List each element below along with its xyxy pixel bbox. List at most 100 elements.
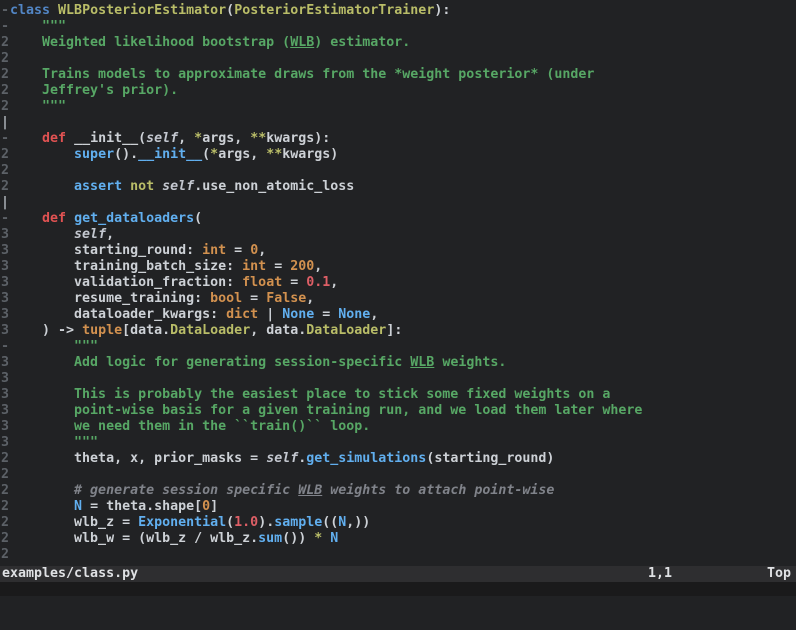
code-token: = (266, 259, 290, 274)
code-token: float (242, 275, 282, 290)
status-scroll-indicator: Top (767, 566, 791, 582)
code-token: = (314, 307, 338, 322)
code-token: ( (226, 515, 234, 530)
code-line[interactable]: 2 N = theta.shape[0] (0, 499, 796, 515)
code-line[interactable]: - def get_dataloaders( (0, 211, 796, 227)
fold-level-marker[interactable]: 2 (0, 467, 10, 483)
fold-level-marker[interactable]: 2 (0, 83, 10, 99)
fold-level-marker[interactable]: 3 (0, 403, 10, 419)
fold-level-marker[interactable]: 3 (0, 387, 10, 403)
fold-level-marker[interactable]: 2 (0, 515, 10, 531)
code-line[interactable]: 2 wlb_z = Exponential(1.0).sample((N,)) (0, 515, 796, 531)
code-token: validation_fraction: (10, 275, 242, 290)
code-token: Weighted likelihood bootstrap ( (10, 35, 290, 50)
code-line[interactable]: - """ (0, 339, 796, 355)
code-line[interactable]: 3 starting_round: int = 0, (0, 243, 796, 259)
fold-level-marker[interactable]: 2 (0, 35, 10, 51)
code-token (10, 147, 74, 162)
fold-level-marker[interactable]: 3 (0, 243, 10, 259)
code-line[interactable]: 3 """ (0, 435, 796, 451)
fold-open-marker[interactable]: - (0, 131, 10, 147)
code-line[interactable]: 3 training_batch_size: int = 200, (0, 259, 796, 275)
command-line[interactable] (0, 582, 796, 596)
code-token: 0 (202, 499, 210, 514)
fold-bar-marker[interactable]: | (0, 115, 10, 131)
fold-level-marker[interactable]: 3 (0, 435, 10, 451)
code-line[interactable]: 2 (0, 547, 796, 563)
code-token: = (226, 243, 250, 258)
code-line[interactable]: -class WLBPosteriorEstimator(PosteriorEs… (0, 3, 796, 19)
code-line[interactable]: 3 This is probably the easiest place to … (0, 387, 796, 403)
fold-open-marker[interactable]: - (0, 19, 10, 35)
fold-level-marker[interactable]: 3 (0, 419, 10, 435)
code-line[interactable]: 3 self, (0, 227, 796, 243)
fold-level-marker[interactable]: 3 (0, 371, 10, 387)
fold-level-marker[interactable]: 3 (0, 259, 10, 275)
fold-level-marker[interactable]: 2 (0, 99, 10, 115)
code-line[interactable]: | (0, 115, 796, 131)
fold-level-marker[interactable]: 2 (0, 451, 10, 467)
fold-level-marker[interactable]: 2 (0, 179, 10, 195)
code-line[interactable]: | (0, 195, 796, 211)
code-line[interactable]: 3 validation_fraction: float = 0.1, (0, 275, 796, 291)
fold-level-marker[interactable]: 3 (0, 227, 10, 243)
fold-open-marker[interactable]: - (0, 339, 10, 355)
fold-open-marker[interactable]: - (0, 211, 10, 227)
code-token: dict (226, 307, 258, 322)
code-token: """ (10, 19, 66, 34)
code-line[interactable]: 3 Add logic for generating session-speci… (0, 355, 796, 371)
code-token: False (266, 291, 306, 306)
code-line[interactable]: - """ (0, 19, 796, 35)
code-token: ) -> (10, 323, 82, 338)
code-line[interactable]: 3 we need them in the ``train()`` loop. (0, 419, 796, 435)
code-line[interactable]: 3 point-wise basis for a given training … (0, 403, 796, 419)
code-editor[interactable]: -class WLBPosteriorEstimator(PosteriorEs… (0, 0, 796, 566)
fold-level-marker[interactable]: 3 (0, 291, 10, 307)
code-line[interactable]: 3 resume_training: bool = False, (0, 291, 796, 307)
fold-level-marker[interactable]: 2 (0, 67, 10, 83)
code-token: DataLoader (170, 323, 250, 338)
code-line[interactable]: 2 (0, 163, 796, 179)
fold-level-marker[interactable]: 2 (0, 547, 10, 563)
fold-level-marker[interactable]: 2 (0, 531, 10, 547)
code-token: , (330, 275, 338, 290)
code-line[interactable]: 2 Trains models to approximate draws fro… (0, 67, 796, 83)
fold-level-marker[interactable]: 2 (0, 483, 10, 499)
code-token: wlb_w = (wlb_z / wlb_z. (10, 531, 258, 546)
code-token: [data. (122, 323, 170, 338)
code-token: | (258, 307, 282, 322)
code-line[interactable]: 2 """ (0, 99, 796, 115)
code-token: assert (74, 179, 122, 194)
code-line[interactable]: 2 theta, x, prior_masks = self.get_simul… (0, 451, 796, 467)
fold-level-marker[interactable]: 2 (0, 163, 10, 179)
fold-level-marker[interactable]: 3 (0, 355, 10, 371)
code-line[interactable]: 2 # generate session specific WLB weight… (0, 483, 796, 499)
code-line[interactable]: 3 (0, 371, 796, 387)
code-line[interactable]: - def __init__(self, *args, **kwargs): (0, 131, 796, 147)
code-line[interactable]: 2 super().__init__(*args, **kwargs) (0, 147, 796, 163)
fold-level-marker[interactable]: 3 (0, 275, 10, 291)
code-token: weights to attach point-wise (322, 483, 554, 498)
fold-level-marker[interactable]: 3 (0, 323, 10, 339)
code-token: = (282, 275, 306, 290)
code-line[interactable]: 2 Weighted likelihood bootstrap (WLB) es… (0, 35, 796, 51)
code-line[interactable]: 2 assert not self.use_non_atomic_loss (0, 179, 796, 195)
fold-level-marker[interactable]: 2 (0, 51, 10, 67)
fold-open-marker[interactable]: - (0, 3, 10, 19)
code-line[interactable]: 3 dataloader_kwargs: dict | None = None, (0, 307, 796, 323)
code-line[interactable]: 2 wlb_w = (wlb_z / wlb_z.sum()) * N (0, 531, 796, 547)
code-line[interactable]: 2 Jeffrey's prior). (0, 83, 796, 99)
code-token: DataLoader (306, 323, 386, 338)
code-token: (( (322, 515, 338, 530)
code-line[interactable]: 2 (0, 467, 796, 483)
code-line[interactable]: 2 (0, 51, 796, 67)
code-line[interactable]: 3 ) -> tuple[data.DataLoader, data.DataL… (0, 323, 796, 339)
fold-level-marker[interactable]: 3 (0, 307, 10, 323)
fold-level-marker[interactable]: 2 (0, 499, 10, 515)
code-token: kwargs) (282, 147, 338, 162)
fold-bar-marker[interactable]: | (0, 195, 10, 211)
code-token (10, 227, 74, 242)
code-token: * (194, 131, 202, 146)
fold-level-marker[interactable]: 2 (0, 147, 10, 163)
code-token: get_simulations (306, 451, 426, 466)
